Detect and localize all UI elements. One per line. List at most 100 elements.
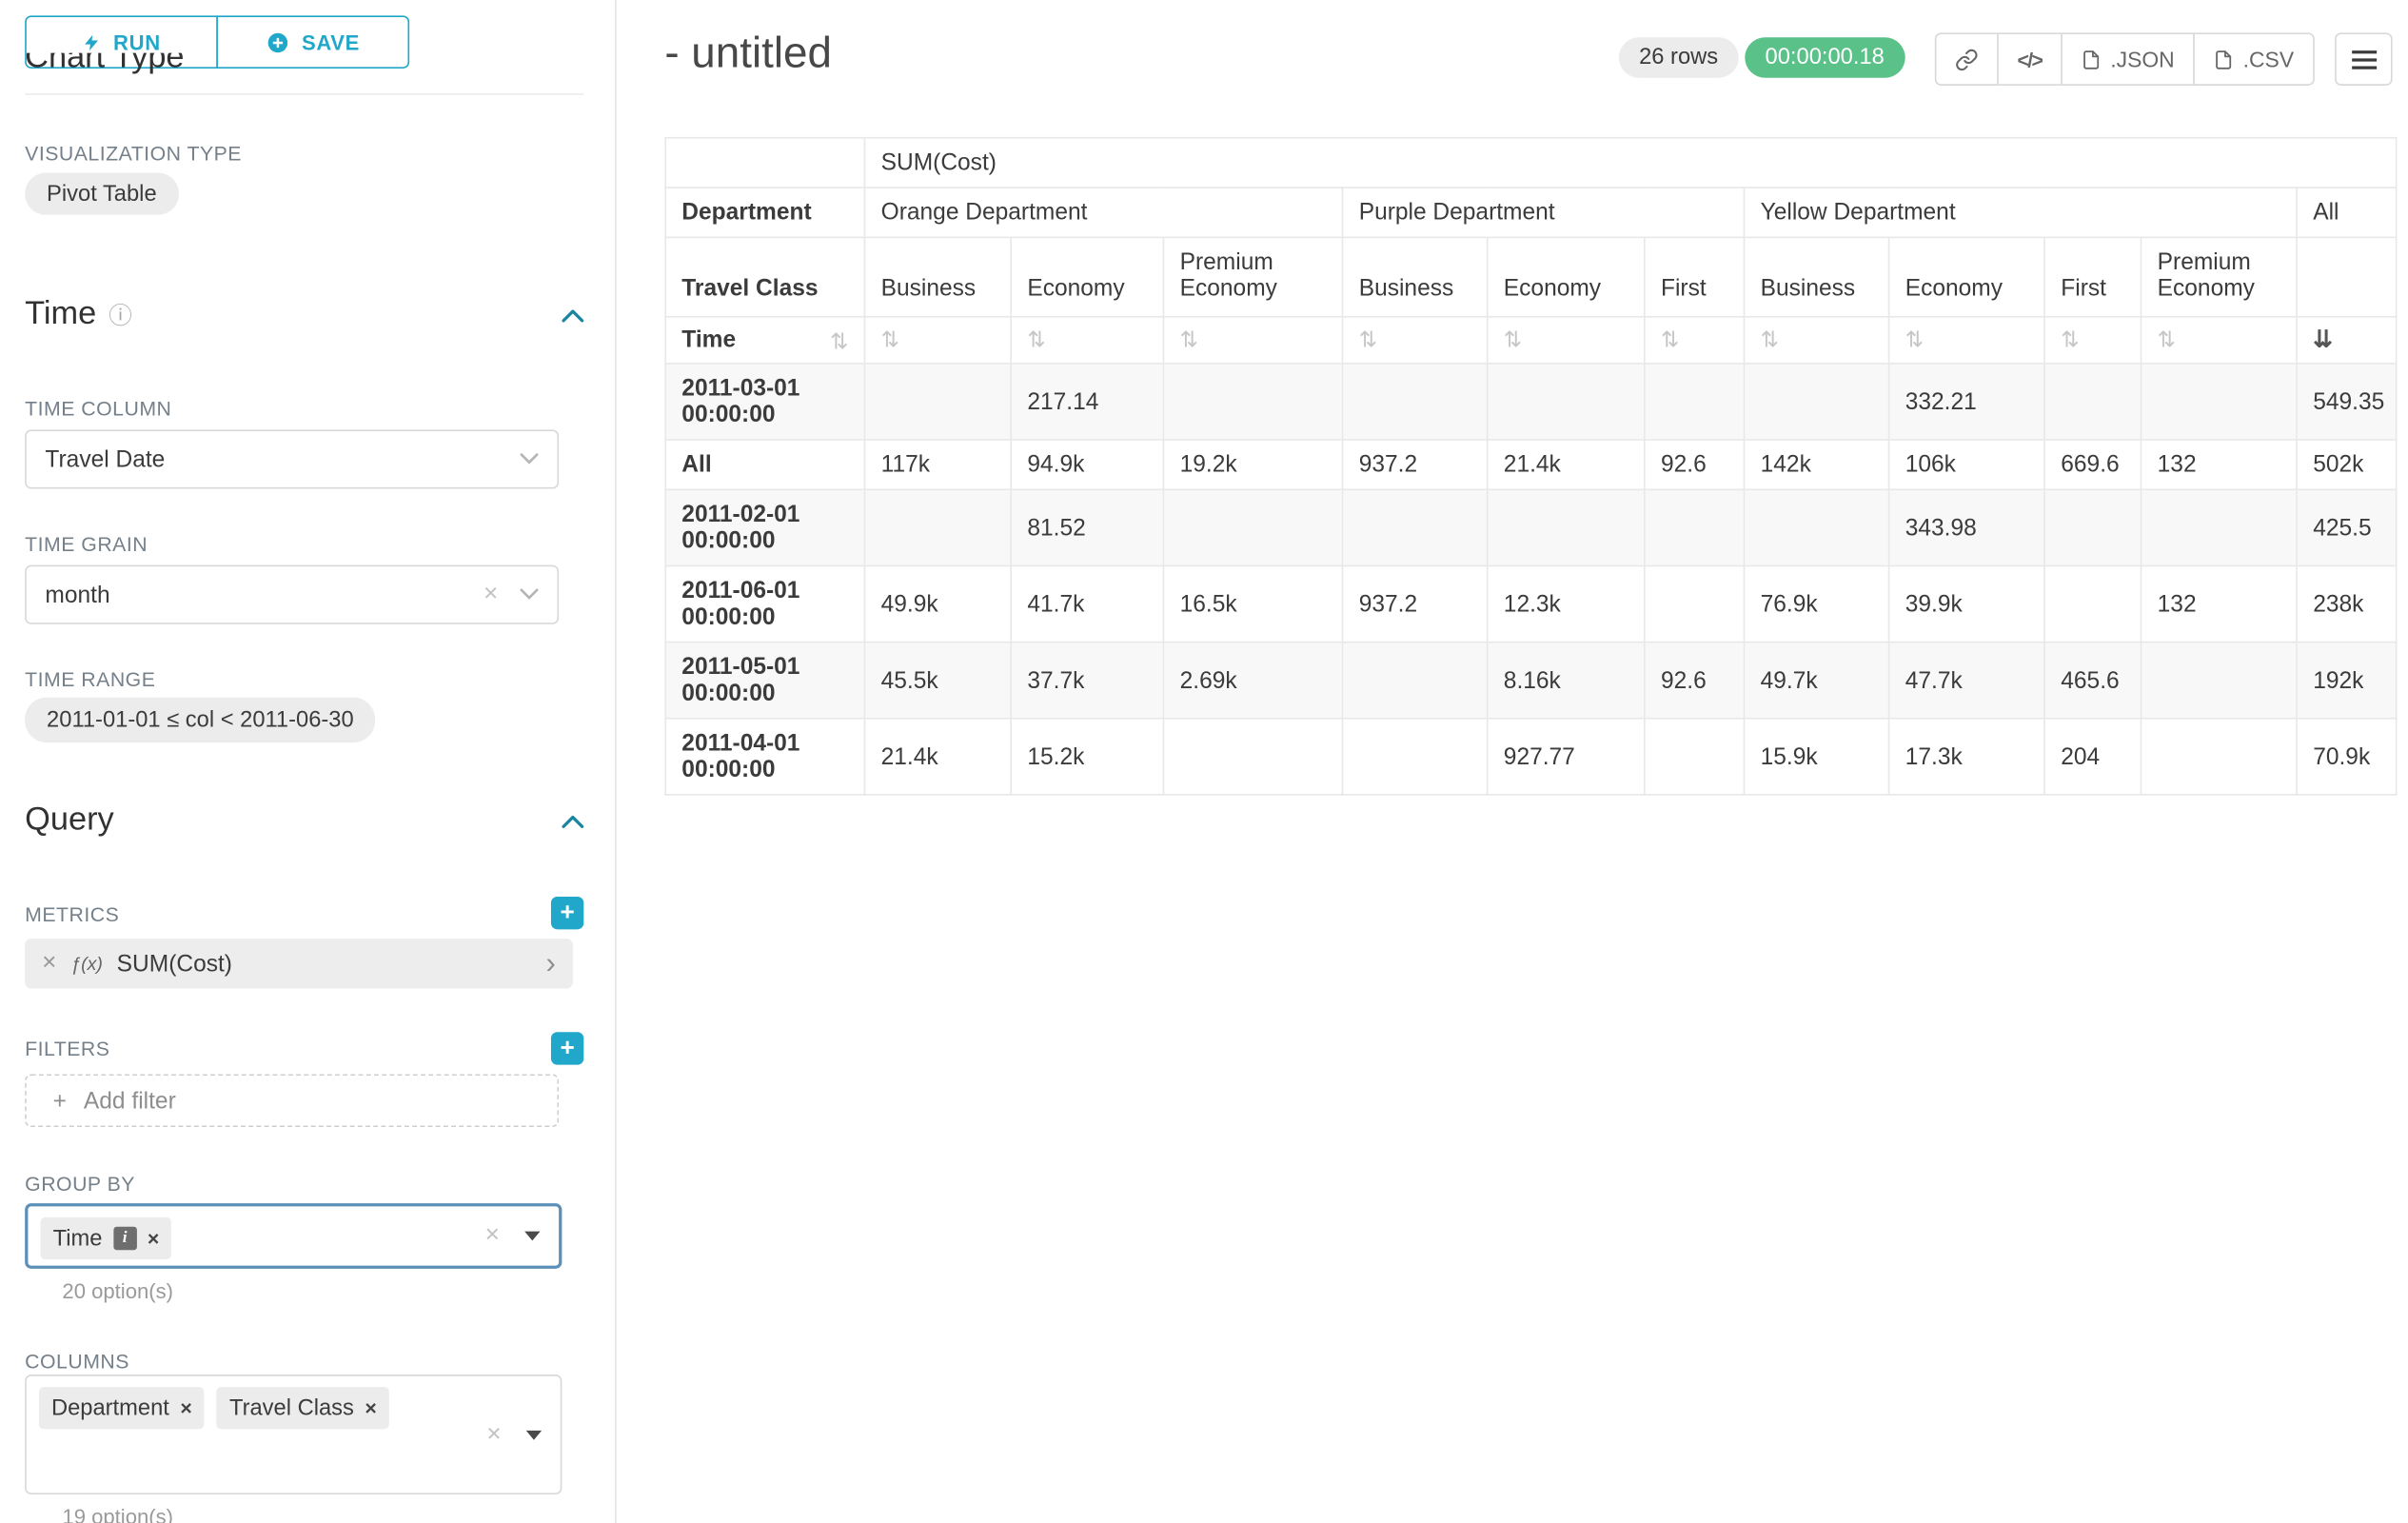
metric-header: SUM(Cost) [864,138,2396,188]
remove-metric-icon[interactable]: × [42,951,56,976]
visualization-type-pill[interactable]: Pivot Table [25,173,178,215]
sort-header[interactable]: ⇅ [2141,317,2297,364]
pivot-cell: 21.4k [864,719,1011,795]
pivot-cell [1488,364,1645,440]
export-csv-button[interactable]: .CSV [2193,32,2314,86]
add-filter-plus-button[interactable]: + [551,1032,583,1064]
pivot-cell [1645,489,1745,565]
sort-header[interactable]: ⇅ [864,317,1011,364]
department-group-header: Yellow Department [1744,188,2297,237]
pivot-cell [2141,489,2297,565]
columns-chip[interactable]: Department × [39,1387,205,1429]
sort-header[interactable]: ⇅ [2044,317,2141,364]
sort-icon[interactable]: ⇅ [2061,326,2079,351]
pivot-cell [864,489,1011,565]
sort-icon[interactable]: ⇅ [1180,326,1198,351]
clear-icon[interactable]: × [486,1422,501,1447]
sort-header[interactable]: ⇅ [1889,317,2045,364]
pivot-cell: 49.9k [864,565,1011,642]
row-header: 2011-05-01 00:00:00 [665,643,864,719]
view-query-button[interactable]: </> [1997,32,2062,86]
pivot-cell: 502k [2297,440,2397,489]
pivot-cell: 192k [2297,643,2397,719]
department-label: Department [665,188,864,237]
remove-chip-icon[interactable]: × [365,1398,376,1418]
pivot-cell: 92.6 [1645,440,1745,489]
clear-icon[interactable]: × [484,583,498,607]
sort-icon[interactable]: ⇅ [881,326,899,351]
file-icon [2081,48,2101,71]
sort-header[interactable]: ⇅ [1645,317,1745,364]
function-icon: ƒ(x) [70,953,103,975]
pivot-cell: 15.9k [1744,719,1888,795]
pivot-cell [2044,489,2141,565]
travel-class-header-row: Travel Class BusinessEconomyPremium Econ… [665,237,2397,316]
sort-icon[interactable]: ⇅ [1504,326,1522,351]
time-section-header[interactable]: Time ⓘ [25,296,583,333]
department-group-header: Purple Department [1343,188,1745,237]
sort-icon[interactable]: ⇅ [830,329,848,351]
sort-header[interactable]: ⇅ [1343,317,1488,364]
sort-icon[interactable]: ⇅ [2158,326,2176,351]
travel-class-header: Business [864,237,1011,316]
pivot-cell: 76.9k [1744,565,1888,642]
time-column-select[interactable]: Travel Date [25,429,559,488]
sort-header[interactable]: ⇊ [2297,317,2397,364]
group-by-chip[interactable]: Time i × [41,1217,172,1259]
time-sort-header[interactable]: Time ⇅ [665,317,864,364]
pivot-cell: 132 [2141,565,2297,642]
pivot-cell [1343,364,1488,440]
pivot-cell [2141,719,2297,795]
sort-header[interactable]: ⇅ [1011,317,1163,364]
chevron-up-icon[interactable] [562,307,583,322]
run-button-label: RUN [113,30,161,54]
sort-header[interactable]: ⇅ [1163,317,1342,364]
query-section-header[interactable]: Query [25,801,583,839]
time-column-value: Travel Date [45,446,165,473]
more-options-button[interactable] [2335,32,2393,86]
add-metric-button[interactable]: + [551,897,583,929]
travel-class-header: Economy [1011,237,1163,316]
chip-label: Department [51,1395,169,1420]
time-grain-select[interactable]: month × [25,565,559,624]
time-column-label: TIME COLUMN [25,397,171,421]
query-section-title: Query [25,801,114,839]
time-section-title: Time [25,296,96,333]
chevron-up-icon[interactable] [562,813,583,827]
sort-icon[interactable]: ⇅ [1027,326,1045,351]
sort-icon[interactable]: ⇅ [1661,326,1679,351]
pivot-cell: 117k [864,440,1011,489]
copy-link-button[interactable] [1935,32,1999,86]
pivot-cell: 94.9k [1011,440,1163,489]
sort-desc-icon[interactable]: ⇊ [2313,326,2333,353]
export-json-button[interactable]: .JSON [2061,32,2195,86]
time-range-pill[interactable]: 2011-01-01 ≤ col < 2011-06-30 [25,698,375,742]
sort-header[interactable]: ⇅ [1488,317,1645,364]
remove-chip-icon[interactable]: × [180,1398,191,1418]
sort-icon[interactable]: ⇅ [1761,326,1779,351]
metric-chip[interactable]: × ƒ(x) SUM(Cost) › [25,939,573,988]
columns-select[interactable]: Department × Travel Class × × [25,1375,562,1494]
sort-header[interactable]: ⇅ [1744,317,1888,364]
chart-title: - untitled [664,28,832,77]
clear-icon[interactable]: × [485,1223,500,1248]
pivot-cell: 45.5k [864,643,1011,719]
row-header: 2011-02-01 00:00:00 [665,489,864,565]
travel-class-header: Premium Economy [2141,237,2297,316]
chip-label: Travel Class [229,1395,354,1420]
caret-right-icon[interactable]: › [545,949,555,979]
chart-type-heading-clipped: Chart Type [25,53,398,80]
remove-chip-icon[interactable]: × [148,1228,159,1248]
pivot-cell: 81.52 [1011,489,1163,565]
travel-class-header: Business [1744,237,1888,316]
pivot-cell: 937.2 [1343,565,1488,642]
sort-icon[interactable]: ⇅ [1359,326,1377,351]
travel-class-header: Economy [1488,237,1645,316]
control-panel: RUN SAVE Chart Type VISUALIZATION TYPE P… [0,0,617,1523]
columns-chip[interactable]: Travel Class × [217,1387,389,1429]
row-count-badge: 26 rows [1619,37,1739,78]
sort-icon[interactable]: ⇅ [1905,326,1924,351]
add-filter-button[interactable]: + Add filter [25,1074,559,1127]
group-by-select[interactable]: Time i × × [25,1203,562,1269]
file-icon [2214,48,2234,71]
